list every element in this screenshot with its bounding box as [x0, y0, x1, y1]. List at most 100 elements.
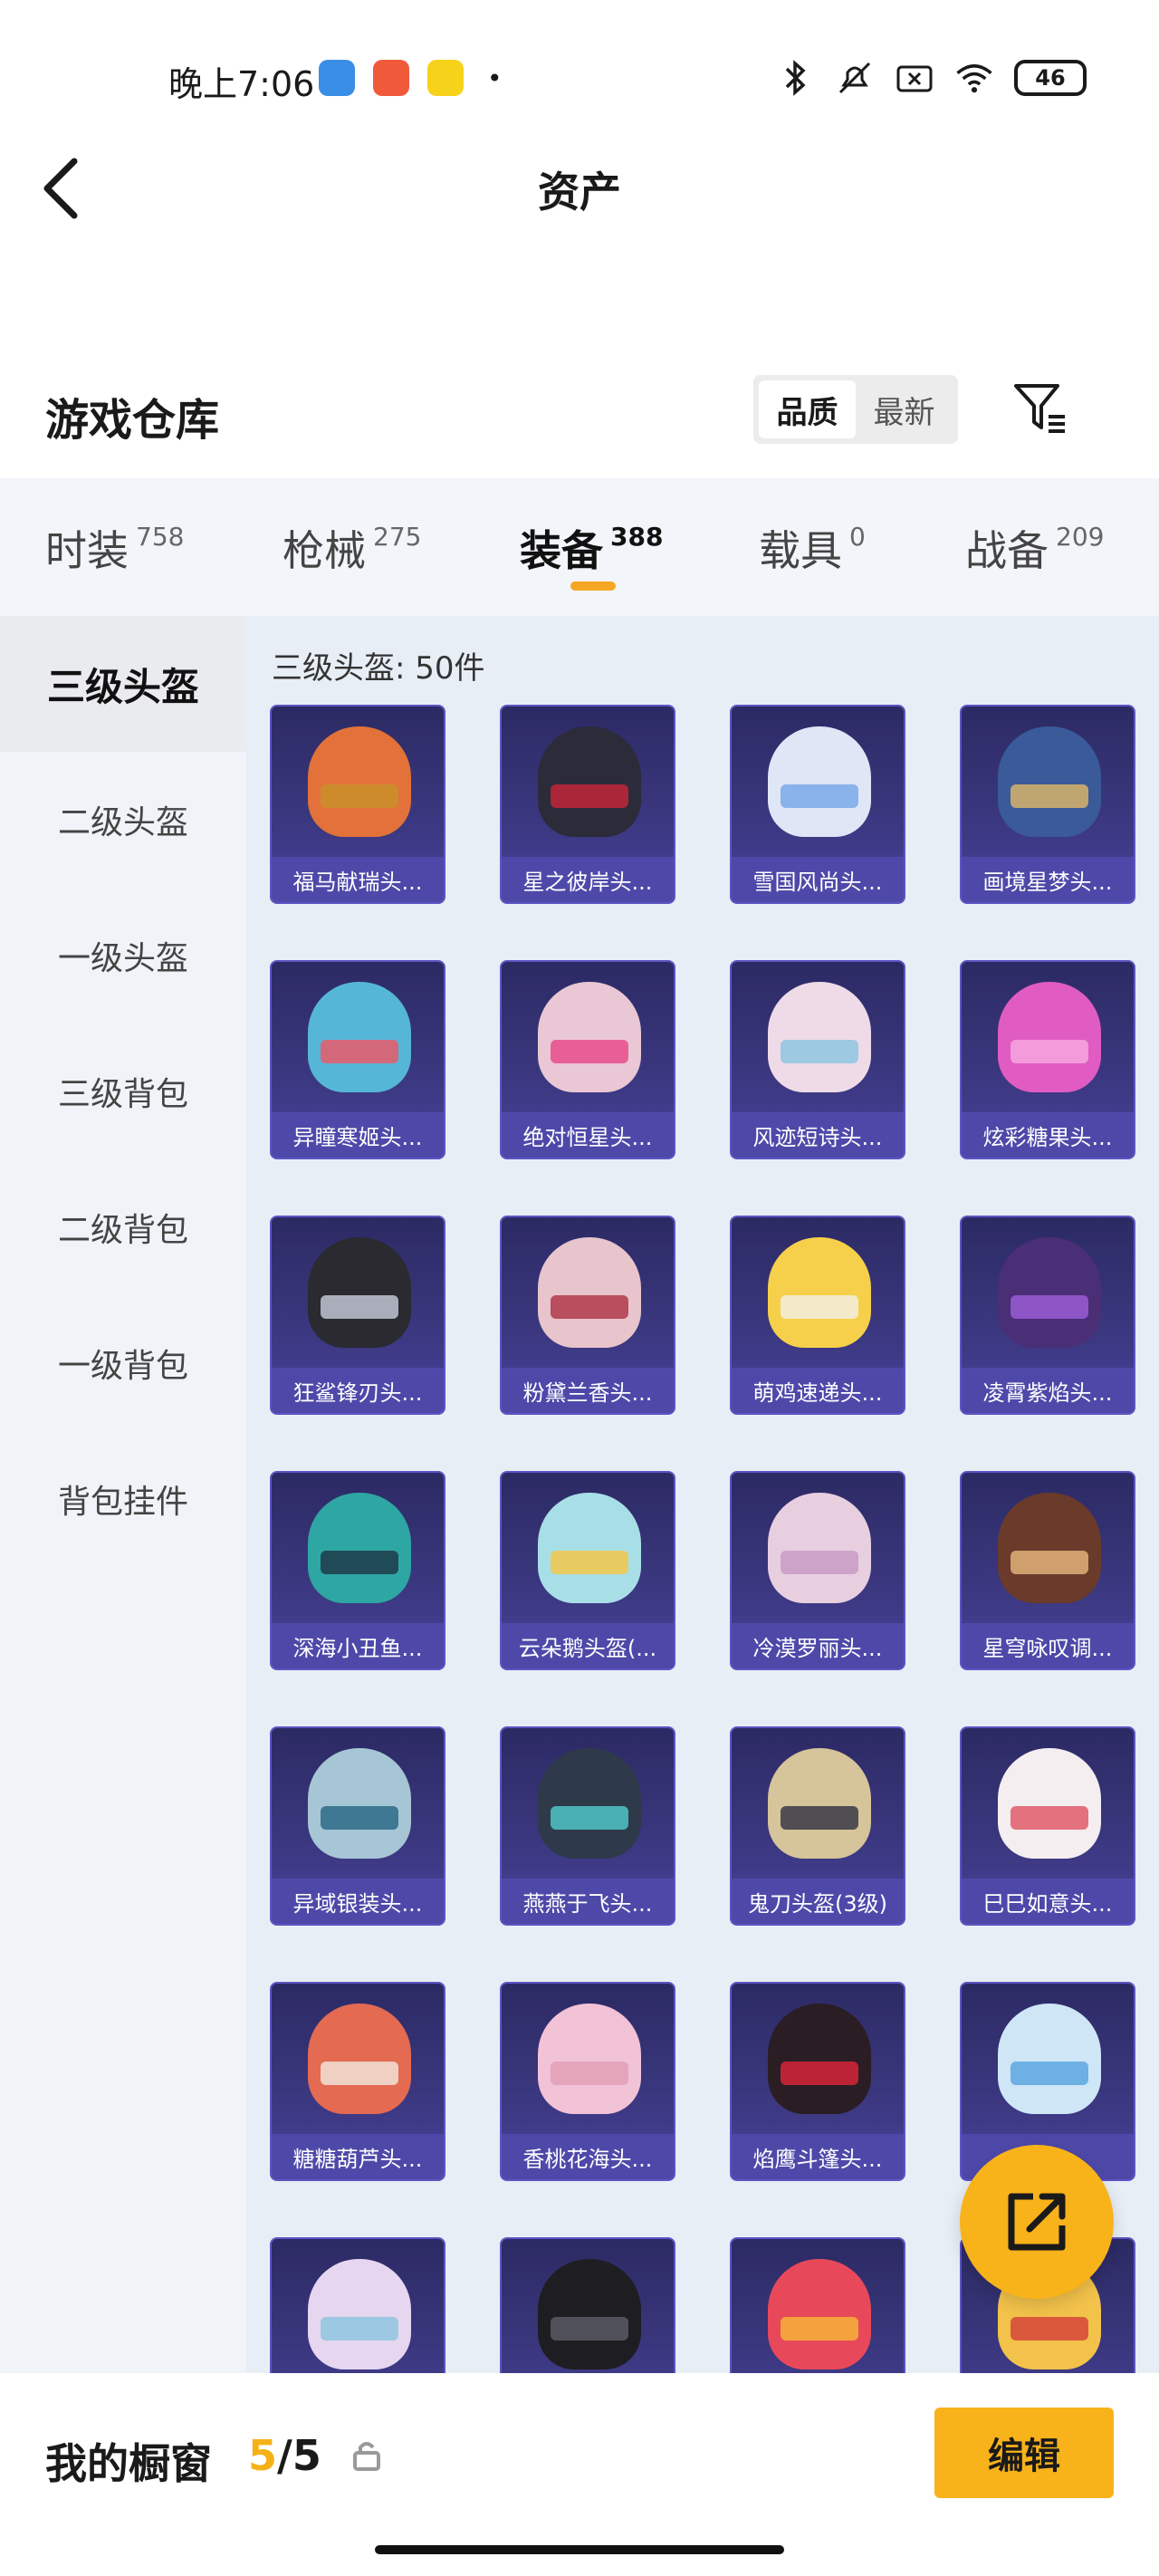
- edit-button[interactable]: 编辑: [934, 2408, 1114, 2498]
- bluetooth-icon: [775, 58, 815, 98]
- no-sim-icon: [895, 58, 934, 98]
- helmet-visor: [1011, 2317, 1088, 2341]
- helmet-name: 萌鸡速递头...: [732, 1368, 904, 1413]
- helmet-card[interactable]: 福马献瑞头...: [270, 705, 445, 904]
- tab-count: 388: [610, 522, 664, 552]
- helmet-visor: [781, 1295, 858, 1319]
- helmet-card[interactable]: 狂鲨锋刃头...: [270, 1216, 445, 1415]
- helmet-card[interactable]: 香桃花海头...: [500, 1982, 675, 2181]
- lock-icon: [351, 2438, 382, 2473]
- helmet-icon: [538, 2004, 641, 2114]
- helmet-name: 糖糖葫芦头...: [272, 2134, 444, 2179]
- helmet-visor: [321, 1551, 398, 1574]
- helmet-card[interactable]: 深海小丑鱼...: [270, 1471, 445, 1670]
- tab-label: 枪械: [283, 526, 366, 575]
- helmet-card[interactable]: 星穹咏叹调...: [960, 1471, 1135, 1670]
- helmet-icon: [998, 1748, 1101, 1859]
- helmet-card[interactable]: 鬼刀头盔(3级): [730, 1726, 905, 1926]
- grid-title: 三级头盔: 50件: [272, 650, 485, 687]
- tab-combat-gear[interactable]: 战备 209: [965, 518, 1104, 578]
- helmet-card[interactable]: 风迹短诗头...: [730, 960, 905, 1159]
- helmet-icon: [998, 1493, 1101, 1603]
- warehouse-title: 游戏仓库: [45, 395, 220, 446]
- helmet-card[interactable]: 异瞳寒姬头...: [270, 960, 445, 1159]
- helmet-card[interactable]: 星之彼岸头...: [500, 705, 675, 904]
- helmet-visor: [321, 2317, 398, 2341]
- helmet-name: 福马献瑞头...: [272, 857, 444, 902]
- helmet-name: 雪国风尚头...: [732, 857, 904, 902]
- showcase-count: 5/5: [248, 2431, 321, 2480]
- helmet-card[interactable]: 画境星梦头...: [960, 705, 1135, 904]
- sort-toggle: 品质 最新: [753, 375, 958, 444]
- helmet-card[interactable]: 焰鹰斗篷头...: [730, 1982, 905, 2181]
- helmet-card[interactable]: 糖糖葫芦头...: [270, 1982, 445, 2181]
- helmet-name: 粉黛兰香头...: [502, 1368, 674, 1413]
- active-tab-indicator: [570, 582, 616, 591]
- helmet-card[interactable]: [730, 2237, 905, 2373]
- tab-firearms[interactable]: 枪械 275: [283, 518, 421, 578]
- helmet-icon: [998, 1237, 1101, 1348]
- helmet-name: 深海小丑鱼...: [272, 1623, 444, 1668]
- helmet-icon: [308, 2259, 411, 2369]
- helmet-card[interactable]: 异域银装头...: [270, 1726, 445, 1926]
- sidebar-item-backpack-charm[interactable]: 背包挂件: [0, 1431, 246, 1567]
- tab-equipment[interactable]: 装备 388: [520, 518, 663, 578]
- helmet-visor: [551, 1806, 628, 1830]
- helmet-icon: [538, 726, 641, 837]
- helmet-visor: [781, 1806, 858, 1830]
- filter-icon[interactable]: [1012, 380, 1068, 437]
- helmet-visor: [321, 784, 398, 808]
- helmet-card[interactable]: 巳巳如意头...: [960, 1726, 1135, 1926]
- helmet-name: 冷漠罗丽头...: [732, 1623, 904, 1668]
- helmet-name: 画境星梦头...: [962, 857, 1134, 902]
- helmet-card[interactable]: 冷漠罗丽头...: [730, 1471, 905, 1670]
- helmet-icon: [538, 2259, 641, 2369]
- sort-newest-button[interactable]: 最新: [856, 380, 953, 438]
- helmet-name: 异瞳寒姬头...: [272, 1112, 444, 1158]
- helmet-visor: [1011, 1040, 1088, 1063]
- wifi-icon: [954, 58, 994, 98]
- helmet-card[interactable]: [500, 2237, 675, 2373]
- sort-quality-button[interactable]: 品质: [759, 380, 856, 438]
- helmet-visor: [1011, 1295, 1088, 1319]
- share-icon: [1008, 2193, 1066, 2251]
- helmet-card[interactable]: 绝对恒星头...: [500, 960, 675, 1159]
- helmet-card[interactable]: 雪国风尚头...: [730, 705, 905, 904]
- helmet-card[interactable]: 粉黛兰香头...: [500, 1216, 675, 1415]
- helmet-visor: [551, 2317, 628, 2341]
- sidebar: 三级头盔 二级头盔 一级头盔 三级背包 二级背包 一级背包 背包挂件: [0, 616, 246, 2373]
- helmet-card[interactable]: 燕燕于飞头...: [500, 1726, 675, 1926]
- helmet-visor: [551, 1295, 628, 1319]
- tab-label: 载具: [759, 526, 842, 575]
- home-indicator: [375, 2545, 784, 2554]
- helmet-card[interactable]: 凌霄紫焰头...: [960, 1216, 1135, 1415]
- helmet-icon: [768, 2004, 871, 2114]
- helmet-name: 炫彩糖果头...: [962, 1112, 1134, 1158]
- sidebar-item-level3-helmet[interactable]: 三级头盔: [0, 616, 246, 752]
- helmet-name: 星穹咏叹调...: [962, 1623, 1134, 1668]
- helmet-visor: [321, 1040, 398, 1063]
- helmet-icon: [538, 982, 641, 1092]
- sidebar-item-level1-backpack[interactable]: 一级背包: [0, 1295, 246, 1431]
- tab-count: 0: [849, 522, 866, 552]
- share-button[interactable]: [960, 2145, 1114, 2299]
- sidebar-item-level3-backpack[interactable]: 三级背包: [0, 1024, 246, 1159]
- helmet-name: 巳巳如意头...: [962, 1879, 1134, 1924]
- page-title: 资产: [538, 168, 621, 216]
- helmet-card[interactable]: 萌鸡速递头...: [730, 1216, 905, 1415]
- helmet-icon: [538, 1237, 641, 1348]
- red-app-icon: [373, 60, 409, 96]
- helmet-visor: [551, 784, 628, 808]
- tab-fashion[interactable]: 时装 758: [45, 518, 184, 578]
- helmet-card[interactable]: 炫彩糖果头...: [960, 960, 1135, 1159]
- helmet-icon: [768, 1493, 871, 1603]
- showcase-count-current: 5: [248, 2431, 278, 2480]
- helmet-visor: [321, 1295, 398, 1319]
- helmet-card[interactable]: [270, 2237, 445, 2373]
- helmet-card[interactable]: 云朵鹅头盔(...: [500, 1471, 675, 1670]
- sidebar-item-level1-helmet[interactable]: 一级头盔: [0, 888, 246, 1024]
- tab-vehicles[interactable]: 载具 0: [759, 518, 866, 578]
- helmet-name: 风迹短诗头...: [732, 1112, 904, 1158]
- sidebar-item-level2-backpack[interactable]: 二级背包: [0, 1159, 246, 1295]
- sidebar-item-level2-helmet[interactable]: 二级头盔: [0, 752, 246, 888]
